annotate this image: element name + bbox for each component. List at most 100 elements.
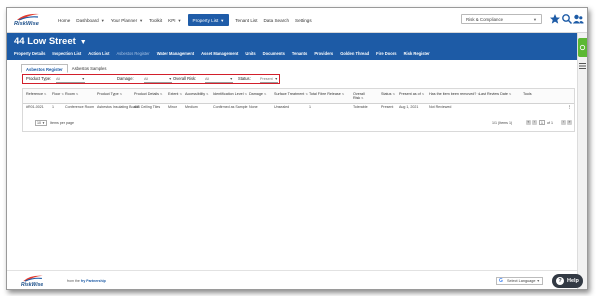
- column-header-damage[interactable]: Damage⇅: [249, 92, 267, 96]
- subnav-property-details[interactable]: Property Details: [14, 51, 45, 56]
- column-header-product-type[interactable]: Product Type⇅: [97, 92, 122, 96]
- sort-filter-icon[interactable]: ⇅: [120, 92, 123, 96]
- partner-credit: from the fry Partnership: [67, 279, 106, 283]
- filter-select-status[interactable]: Present ▼: [260, 77, 278, 83]
- table-cell: Conference Room: [65, 105, 95, 109]
- table-cell: 1: [52, 105, 54, 109]
- filter-label-product-type: Product Type:: [26, 76, 52, 81]
- column-header-room[interactable]: Room⇅: [65, 92, 79, 96]
- page-of-label: of 1: [547, 121, 553, 125]
- sort-filter-icon[interactable]: ⇅: [76, 92, 79, 96]
- column-header-tools[interactable]: Tools: [523, 92, 532, 96]
- sort-filter-icon[interactable]: ⇅: [422, 92, 425, 96]
- column-header-floor[interactable]: Floor⇅: [52, 92, 64, 96]
- column-header-label: Reference: [26, 92, 44, 96]
- tab-asbestos-samples[interactable]: Asbestos Samples: [68, 64, 111, 73]
- column-header-present-as-of[interactable]: Present as of⇅: [399, 92, 424, 96]
- help-button[interactable]: ? Help: [552, 274, 583, 288]
- nav-item-label: Toolkit: [149, 17, 163, 23]
- star-icon[interactable]: [549, 13, 561, 25]
- subnav-documents[interactable]: Documents: [263, 51, 285, 56]
- next-page-button[interactable]: ›: [561, 120, 566, 125]
- table-pager: 10 ▼ Items per page 1/1 (Items 1) « ‹ 1 …: [23, 118, 574, 130]
- column-header-label: Identification Level: [213, 92, 244, 96]
- filter-select-product-type[interactable]: All ▼: [56, 77, 85, 83]
- asbestos-register-table: Reference⇅ Floor⇅ Room⇅ Product Type⇅ Produc…: [22, 88, 575, 132]
- subnav-action-list[interactable]: Action List: [88, 51, 109, 56]
- sort-filter-icon[interactable]: ⇅: [245, 92, 248, 96]
- sort-filter-icon[interactable]: ⇅: [160, 92, 163, 96]
- nav-item-kpi[interactable]: KPI ▼: [168, 8, 181, 32]
- chevron-down-icon: ▼: [220, 17, 225, 23]
- subnav-units[interactable]: Units: [245, 51, 255, 56]
- sort-filter-icon[interactable]: ⇅: [264, 92, 267, 96]
- page-number-input[interactable]: 1: [539, 120, 545, 125]
- sort-filter-icon[interactable]: ⇅: [61, 92, 64, 96]
- subnav-providers[interactable]: Providers: [314, 51, 333, 56]
- column-header-status[interactable]: Status⇅: [381, 92, 395, 96]
- column-header-product-details[interactable]: Product Details⇅: [134, 92, 163, 96]
- filter-label-overall-risk: Overall Risk:: [173, 76, 197, 81]
- column-header-label: Total Fibre Release: [309, 92, 341, 96]
- subnav-water-management[interactable]: Water Management: [157, 51, 194, 56]
- side-panel-toggle[interactable]: [578, 38, 587, 57]
- nav-item-dashboard[interactable]: Dashboard ▼: [76, 8, 104, 32]
- table-cell: Medium: [185, 105, 198, 109]
- sort-filter-icon[interactable]: ⇅: [392, 92, 395, 96]
- organisation-select[interactable]: Risk & Compliance ▼: [461, 14, 542, 24]
- hamburger-menu-icon[interactable]: [579, 63, 586, 69]
- chevron-down-icon: ▼: [79, 39, 87, 46]
- sort-filter-icon[interactable]: ⇅: [44, 92, 47, 96]
- table-cell: #R01-0021: [26, 105, 44, 109]
- nav-item-property-list[interactable]: Property List ▼: [187, 14, 230, 26]
- filter-select-value: All: [205, 77, 210, 81]
- page-footer: RiskWise from the fry Partnership G Sele…: [7, 270, 583, 289]
- nav-item-data-search[interactable]: Data Search: [263, 8, 289, 32]
- language-select[interactable]: G Select Language ▼: [496, 277, 543, 285]
- subnav-inspection-list[interactable]: Inspection List: [52, 51, 81, 56]
- subnav-asset-management[interactable]: Asset Management: [201, 51, 238, 56]
- subnav-tenants[interactable]: Tenants: [292, 51, 307, 56]
- top-navigation: RiskWise Home Dashboard ▼ Your Planner ▼ Tool…: [7, 8, 587, 33]
- sort-filter-icon[interactable]: ⇅: [305, 92, 308, 96]
- column-header-surface-treatment[interactable]: Surface Treatment⇅: [274, 92, 308, 96]
- sort-filter-icon[interactable]: ⇅: [509, 92, 512, 96]
- column-header-total-fibre-release[interactable]: Total Fibre Release⇅: [309, 92, 344, 96]
- column-header-reference[interactable]: Reference⇅: [26, 92, 47, 96]
- table-row[interactable]: #R01-0021 1 Conference Room Asbestos Insula…: [23, 103, 574, 112]
- filter-select-overall-risk[interactable]: All ▼: [205, 77, 233, 83]
- tab-asbestos-register[interactable]: Asbestos Register: [21, 64, 68, 73]
- column-header-extent[interactable]: Extent⇅: [168, 92, 182, 96]
- first-page-button[interactable]: «: [526, 120, 531, 125]
- riskwise-logo[interactable]: RiskWise: [14, 12, 44, 28]
- sort-filter-icon[interactable]: ⇅: [342, 92, 345, 96]
- column-header-last-review-date[interactable]: Last Review Date⇅: [479, 92, 512, 96]
- column-header-has-the-item-been-removed[interactable]: Has the item been removed?⇅: [429, 92, 480, 96]
- sort-filter-icon[interactable]: ⇅: [206, 92, 209, 96]
- column-header-label: Product Details: [134, 92, 160, 96]
- chevron-down-icon: ▼: [536, 279, 540, 283]
- items-per-page-select[interactable]: 10 ▼: [35, 120, 47, 126]
- subnav-golden-thread[interactable]: Golden Thread: [340, 51, 369, 56]
- sort-filter-icon[interactable]: ⇅: [361, 96, 364, 100]
- nav-item-your-planner[interactable]: Your Planner ▼: [111, 8, 143, 32]
- nav-item-tenant-list[interactable]: Tenant List: [235, 8, 257, 32]
- column-header-identification-level[interactable]: Identification Level⇅: [213, 92, 247, 96]
- property-title[interactable]: 44 Low Street ▼: [14, 36, 87, 47]
- nav-item-toolkit[interactable]: Toolkit: [149, 8, 162, 32]
- column-header-label: Extent: [168, 92, 179, 96]
- filter-label-damage: Damage:: [117, 76, 134, 81]
- nav-item-home[interactable]: Home: [58, 8, 70, 32]
- users-icon[interactable]: [572, 13, 584, 25]
- column-header-overall-risk[interactable]: Overall Risk⇅: [353, 92, 367, 101]
- sort-filter-icon[interactable]: ⇅: [179, 92, 182, 96]
- subnav-risk-register[interactable]: Risk Register: [404, 51, 430, 56]
- row-actions-icon[interactable]: ⋮: [568, 105, 572, 109]
- subnav-asbestos-register[interactable]: Asbestos Register: [116, 51, 149, 56]
- filter-select-damage[interactable]: All ▼: [144, 77, 172, 83]
- last-page-button[interactable]: »: [567, 120, 572, 125]
- subnav-fire-doors[interactable]: Fire Doors: [376, 51, 396, 56]
- nav-item-settings[interactable]: Settings: [295, 8, 312, 32]
- column-header-accessibility[interactable]: Accessibility⇅: [185, 92, 209, 96]
- previous-page-button[interactable]: ‹: [532, 120, 537, 125]
